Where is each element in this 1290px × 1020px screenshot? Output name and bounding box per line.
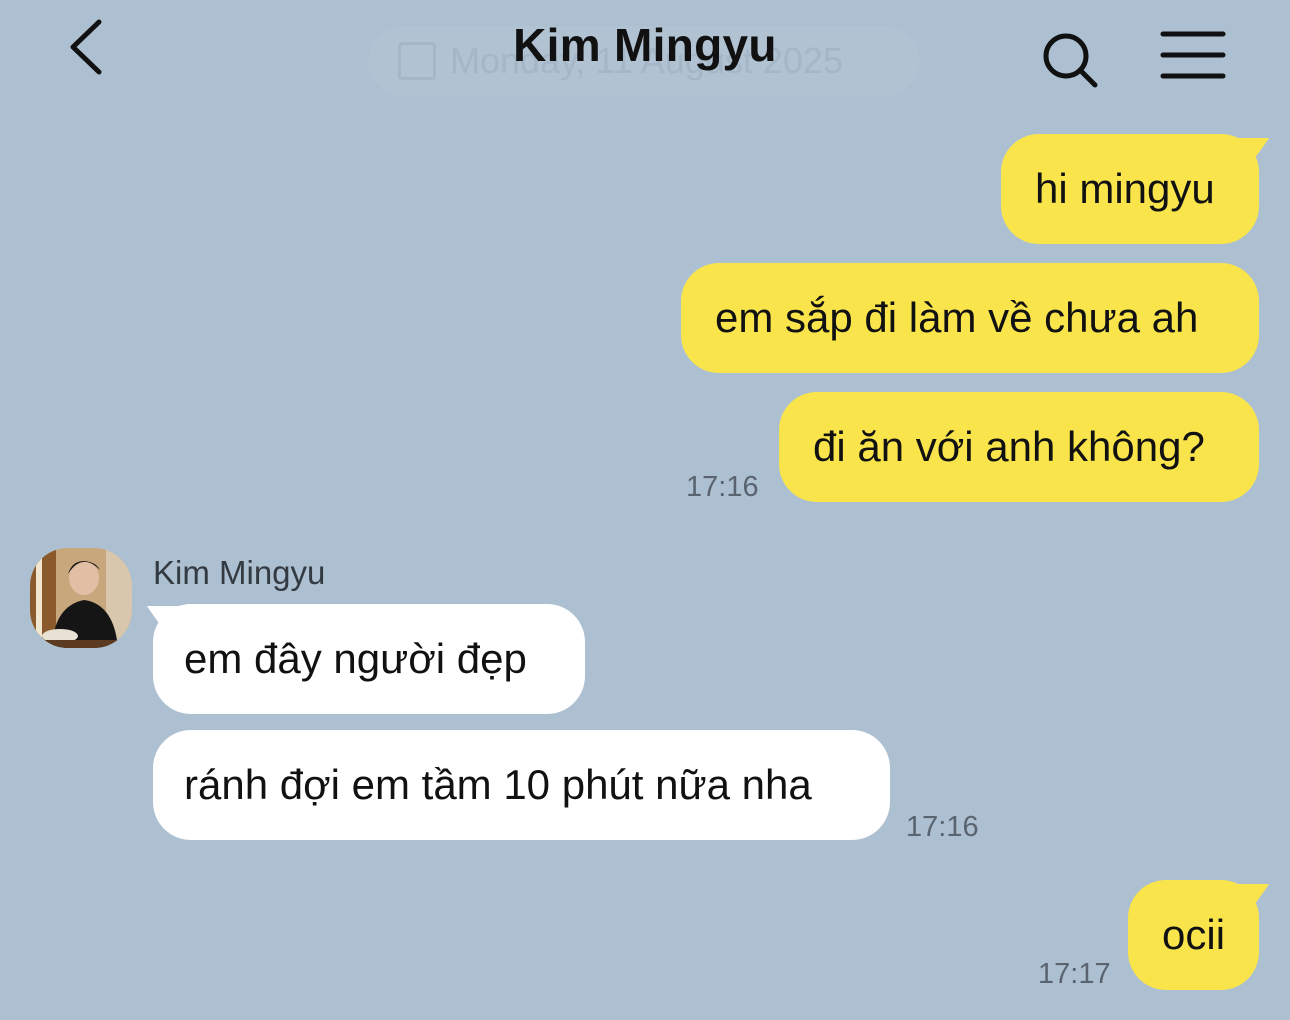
- message-text: em sắp đi làm về chưa ah: [715, 294, 1199, 341]
- message-timestamp: 17:16: [686, 471, 759, 503]
- message-bubble-outgoing[interactable]: em sắp đi làm về chưa ah: [681, 263, 1259, 373]
- message-bubble-outgoing[interactable]: đi ăn với anh không?: [779, 392, 1259, 502]
- search-button[interactable]: [1036, 26, 1104, 94]
- menu-button[interactable]: [1160, 28, 1226, 84]
- chat-header: Monday, 11 August 2025 Kim Mingyu: [0, 0, 1290, 110]
- message-text: em đây người đẹp: [184, 635, 527, 682]
- message-text: ocii: [1162, 911, 1226, 958]
- sender-name: Kim Mingyu: [153, 554, 326, 591]
- message-text: ránh đợi em tầm 10 phút nữa nha: [184, 761, 812, 808]
- message-timestamp: 17:16: [906, 811, 979, 843]
- message-text: hi mingyu: [1035, 165, 1215, 212]
- message-timestamp: 17:17: [1038, 958, 1111, 990]
- message-bubble-incoming[interactable]: em đây người đẹp: [153, 604, 585, 714]
- chat-screen: Monday, 11 August 2025 Kim Mingyu hi min…: [0, 0, 1290, 1020]
- message-bubble-outgoing[interactable]: hi mingyu: [1001, 134, 1259, 244]
- message-text: đi ăn với anh không?: [813, 423, 1205, 470]
- profile-photo-image: [30, 548, 132, 648]
- avatar[interactable]: [30, 548, 132, 648]
- hamburger-menu-icon: [1160, 31, 1226, 79]
- search-icon: [1043, 33, 1098, 88]
- message-bubble-outgoing[interactable]: ocii: [1128, 880, 1259, 990]
- message-bubble-incoming[interactable]: ránh đợi em tầm 10 phút nữa nha: [153, 730, 890, 840]
